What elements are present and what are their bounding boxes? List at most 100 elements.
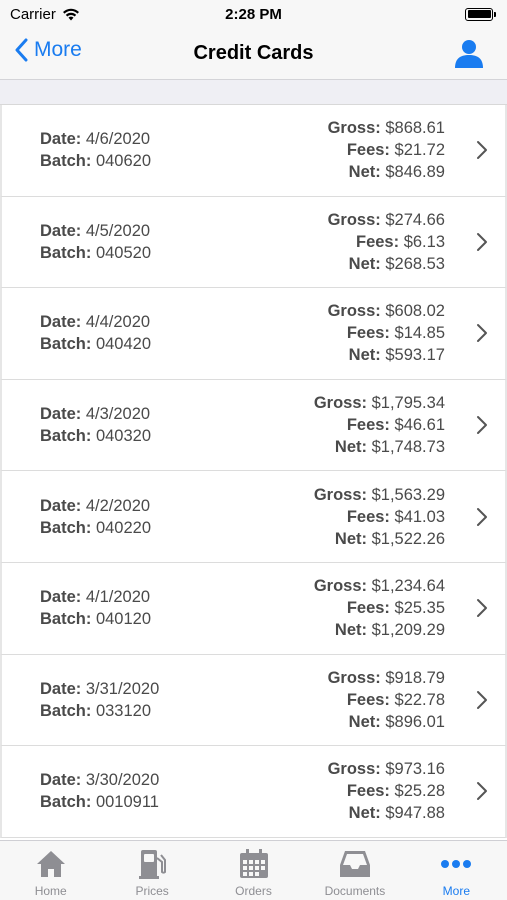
fees-line: Fees: $41.03 (314, 506, 445, 528)
date-value: 3/30/2020 (85, 771, 160, 790)
gross-line: Gross: $1,563.29 (314, 484, 445, 506)
fees-value: $6.13 (403, 232, 445, 251)
fees-line: Fees: $21.72 (328, 139, 445, 161)
gross-value: $1,234.64 (371, 577, 445, 596)
tab-orders[interactable]: Orders (203, 841, 304, 900)
gross-label: Gross: (313, 577, 367, 596)
net-label: Net: (348, 254, 381, 273)
net-value: $947.88 (385, 804, 445, 823)
batch-line: Batch: 0010911 (40, 791, 328, 813)
batch-label: Batch: (40, 518, 92, 537)
gross-label: Gross: (327, 119, 381, 138)
gross-line: Gross: $274.66 (328, 209, 445, 231)
row-left: Date: 4/1/2020 Batch: 040120 (40, 586, 314, 630)
date-label: Date: (40, 130, 82, 149)
gross-line: Gross: $918.79 (328, 667, 445, 689)
batch-label: Batch: (40, 335, 92, 354)
gross-value: $918.79 (385, 668, 445, 687)
batch-value: 040520 (95, 243, 151, 262)
gross-label: Gross: (327, 302, 381, 321)
status-bar: Carrier 2:28 PM (0, 0, 507, 28)
tab-documents[interactable]: Documents (304, 841, 405, 900)
page-title: Credit Cards (193, 42, 314, 64)
home-icon (34, 848, 68, 880)
net-value: $1,209.29 (371, 621, 445, 640)
tab-home[interactable]: Home (0, 841, 101, 900)
tab-prices[interactable]: Prices (101, 841, 202, 900)
net-label: Net: (348, 804, 381, 823)
gross-line: Gross: $868.61 (328, 117, 445, 139)
batch-label: Batch: (40, 243, 92, 262)
chevron-right-icon (477, 599, 487, 618)
list-item[interactable]: Date: 4/6/2020 Batch: 040620 Gross: $868.6… (0, 105, 507, 197)
date-label: Date: (40, 313, 82, 332)
net-line: Net: $1,522.26 (314, 528, 445, 550)
date-value: 4/2/2020 (85, 496, 151, 515)
fees-label: Fees: (346, 141, 390, 160)
batch-value: 0010911 (95, 793, 159, 812)
date-line: Date: 4/1/2020 (40, 586, 314, 608)
row-right: Gross: $274.66 Fees: $6.13 Net: $268.53 (328, 209, 445, 275)
net-label: Net: (348, 346, 381, 365)
chevron-right-icon (477, 141, 487, 160)
date-value: 4/4/2020 (85, 313, 151, 332)
batch-line: Batch: 040220 (40, 517, 314, 539)
tab-more[interactable]: More (406, 841, 507, 900)
batch-line: Batch: 040520 (40, 242, 328, 264)
gross-line: Gross: $973.16 (328, 758, 445, 780)
gross-line: Gross: $1,234.64 (314, 575, 445, 597)
list-item[interactable]: Date: 3/30/2020 Batch: 0010911 Gross: $973… (0, 746, 507, 838)
row-right: Gross: $1,795.34 Fees: $46.61 Net: $1,748.… (314, 392, 445, 458)
batch-value: 040320 (95, 427, 151, 446)
batch-value: 040220 (95, 518, 151, 537)
list-item[interactable]: Date: 4/4/2020 Batch: 040420 Gross: $608.0… (0, 288, 507, 380)
chevron-right-icon (477, 690, 487, 709)
gross-label: Gross: (313, 485, 367, 504)
list-item[interactable]: Date: 4/3/2020 Batch: 040320 Gross: $1,795… (0, 379, 507, 472)
row-right: Gross: $918.79 Fees: $22.78 Net: $896.01 (328, 667, 445, 733)
net-value: $268.53 (385, 254, 445, 273)
batch-value: 040420 (95, 335, 151, 354)
date-line: Date: 3/31/2020 (40, 678, 328, 700)
fees-label: Fees: (356, 232, 400, 251)
user-profile-icon[interactable] (453, 37, 485, 69)
fees-label: Fees: (346, 782, 390, 801)
fees-label: Fees: (346, 599, 390, 618)
gross-label: Gross: (327, 210, 381, 229)
row-left: Date: 3/31/2020 Batch: 033120 (40, 678, 328, 722)
date-label: Date: (40, 679, 82, 698)
batch-line: Batch: 040320 (40, 425, 314, 447)
tab-label: Orders (235, 884, 272, 898)
net-line: Net: $1,748.73 (314, 436, 445, 458)
back-button[interactable]: More (14, 38, 82, 62)
gross-label: Gross: (327, 760, 381, 779)
row-right: Gross: $868.61 Fees: $21.72 Net: $846.89 (328, 117, 445, 183)
date-line: Date: 4/3/2020 (40, 403, 314, 425)
date-value: 4/3/2020 (85, 405, 151, 424)
gas-pump-icon (135, 848, 169, 880)
list-item[interactable]: Date: 4/5/2020 Batch: 040520 Gross: $274.6… (0, 196, 507, 289)
row-left: Date: 4/4/2020 Batch: 040420 (40, 311, 328, 355)
net-line: Net: $947.88 (328, 802, 445, 824)
list-item[interactable]: Date: 4/2/2020 Batch: 040220 Gross: $1,563… (0, 471, 507, 563)
net-line: Net: $896.01 (328, 711, 445, 733)
status-left: Carrier (10, 6, 80, 23)
fees-line: Fees: $25.35 (314, 597, 445, 619)
date-line: Date: 3/30/2020 (40, 769, 328, 791)
batch-label: Batch: (40, 427, 92, 446)
net-label: Net: (348, 163, 381, 182)
list-item[interactable]: Date: 3/31/2020 Batch: 033120 Gross: $918.… (0, 654, 507, 747)
row-right: Gross: $1,234.64 Fees: $25.35 Net: $1,209.… (314, 575, 445, 641)
gross-value: $274.66 (385, 210, 445, 229)
batch-label: Batch: (40, 701, 92, 720)
battery-icon (465, 7, 496, 21)
net-line: Net: $1,209.29 (314, 619, 445, 641)
net-line: Net: $846.89 (328, 161, 445, 183)
batch-label: Batch: (40, 793, 92, 812)
date-label: Date: (40, 405, 82, 424)
fees-value: $14.85 (394, 324, 445, 343)
date-line: Date: 4/4/2020 (40, 311, 328, 333)
date-value: 4/5/2020 (85, 221, 151, 240)
list-item[interactable]: Date: 4/1/2020 Batch: 040120 Gross: $1,234… (0, 562, 507, 655)
chevron-right-icon (477, 416, 487, 435)
